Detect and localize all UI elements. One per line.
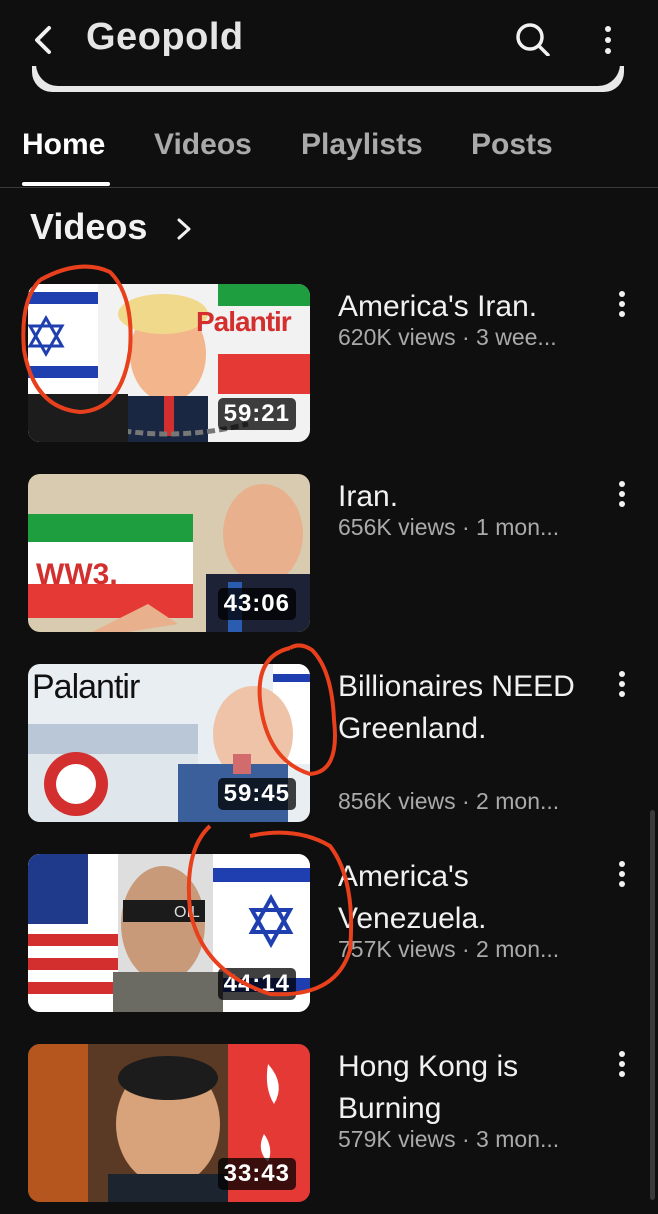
- video-thumbnail[interactable]: WW3. 43:06: [28, 474, 310, 632]
- video-thumbnail[interactable]: 33:43: [28, 1044, 310, 1202]
- video-title[interactable]: America's Venezuela.: [338, 856, 608, 940]
- video-duration: 33:43: [217, 1158, 296, 1190]
- thumbnail-text: WW3.: [36, 558, 118, 591]
- vertical-dots-icon[interactable]: [610, 288, 634, 322]
- active-tab-indicator: [22, 182, 110, 186]
- vertical-dots-icon[interactable]: [610, 668, 634, 702]
- scrollbar[interactable]: [650, 810, 655, 1200]
- thumbnail-text: OIL: [174, 904, 200, 921]
- video-meta: 620K views · 3 wee...: [338, 324, 557, 350]
- video-item[interactable]: Palantir 59:21 America's Iran. 620K view…: [0, 284, 658, 454]
- video-duration: 43:06: [217, 588, 296, 620]
- video-thumbnail[interactable]: OIL 44:14: [28, 854, 310, 1012]
- video-meta: 656K views · 1 mon...: [338, 514, 560, 540]
- video-duration: 59:45: [217, 778, 296, 810]
- video-title[interactable]: Billionaires NEED Greenland.: [338, 666, 608, 750]
- vertical-dots-icon[interactable]: [610, 1048, 634, 1082]
- channel-title: Geopold: [86, 16, 244, 58]
- video-meta: 579K views · 3 mon...: [338, 1126, 560, 1152]
- video-title[interactable]: Iran.: [338, 476, 608, 518]
- video-thumbnail[interactable]: Palantir 59:45: [28, 664, 310, 822]
- video-meta: 856K views · 2 mon...: [338, 788, 560, 814]
- thumbnail-text: Palantir: [196, 306, 292, 337]
- video-duration: 59:21: [217, 398, 296, 430]
- vertical-dots-icon[interactable]: [610, 858, 634, 892]
- video-item[interactable]: 33:43 Hong Kong is Burning 579K views · …: [0, 1044, 658, 1214]
- channel-tabs: Home Videos Playlists Posts: [0, 118, 658, 188]
- header-mask: [36, 56, 620, 86]
- video-thumbnail[interactable]: Palantir 59:21: [28, 284, 310, 442]
- video-title[interactable]: America's Iran.: [338, 286, 608, 328]
- section-title[interactable]: Videos: [30, 206, 147, 248]
- search-icon: [516, 23, 550, 57]
- thumbnail-text: Palantir: [32, 668, 140, 706]
- video-item[interactable]: OIL 44:14 America's Venezuela. 757K view…: [0, 854, 658, 1024]
- tab-posts[interactable]: Posts: [471, 128, 553, 162]
- video-item[interactable]: WW3. 43:06 Iran. 656K views · 1 mon...: [0, 474, 658, 644]
- tabs-divider: [0, 187, 658, 188]
- tab-videos[interactable]: Videos: [154, 128, 252, 162]
- chevron-right-icon[interactable]: [172, 212, 196, 246]
- video-meta: 757K views · 2 mon...: [338, 936, 560, 962]
- chevron-left-icon: [35, 26, 51, 54]
- vertical-dots-icon: [605, 26, 611, 54]
- tab-home[interactable]: Home: [22, 128, 105, 162]
- video-item[interactable]: Palantir 59:45 Billionaires NEED Greenla…: [0, 664, 658, 834]
- vertical-dots-icon[interactable]: [610, 478, 634, 512]
- video-duration: 44:14: [217, 968, 296, 1000]
- tab-playlists[interactable]: Playlists: [301, 128, 423, 162]
- video-title[interactable]: Hong Kong is Burning: [338, 1046, 608, 1130]
